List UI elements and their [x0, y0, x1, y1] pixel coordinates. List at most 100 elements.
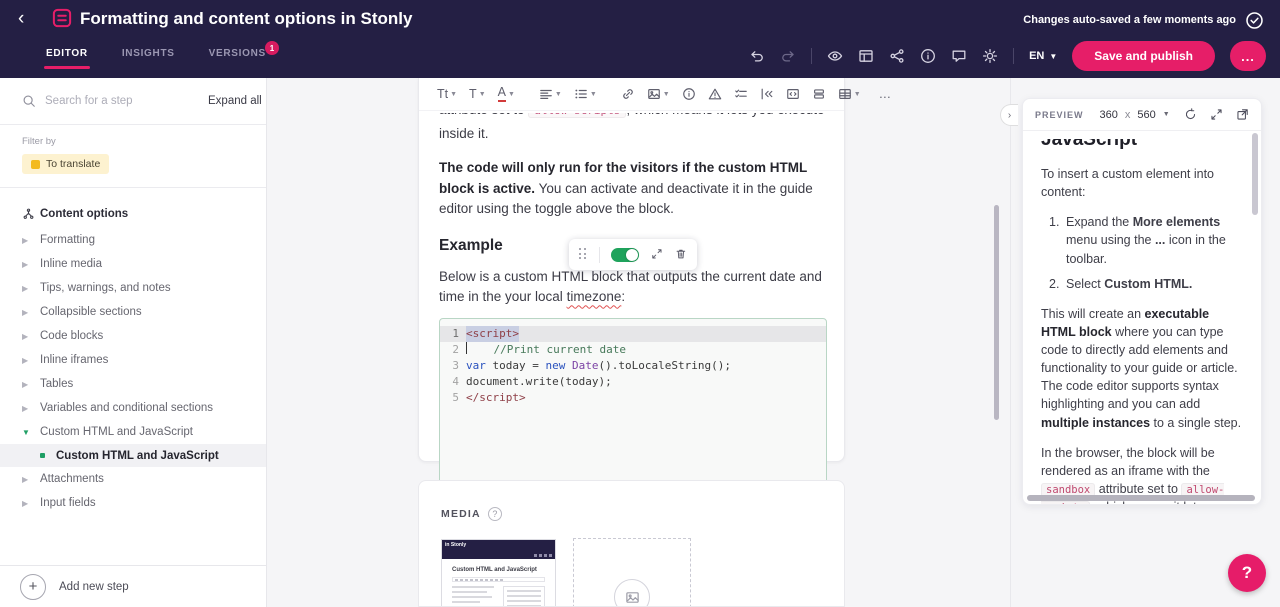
tree-item-input-fields[interactable]: ▶Input fields [0, 491, 266, 515]
chevron-right-icon: ▶ [22, 499, 40, 508]
redo-icon[interactable] [780, 48, 796, 64]
search-input[interactable] [45, 95, 199, 107]
tree-item-variables-conditional[interactable]: ▶Variables and conditional sections [0, 396, 266, 420]
code-line: 5</script> [440, 390, 826, 406]
tree-item-custom-html-parent[interactable]: ▼Custom HTML and JavaScript [0, 420, 266, 444]
media-upload-placeholder[interactable] [573, 538, 691, 607]
preview-vertical-scrollbar[interactable] [1252, 133, 1258, 215]
text-format-button[interactable]: T▼ [469, 87, 486, 101]
code-block-button[interactable] [786, 87, 800, 101]
chevron-down-icon: ▼ [1049, 52, 1057, 61]
yellow-square-icon [31, 160, 40, 169]
step-tree: Content options ▶Formatting ▶Inline medi… [0, 188, 266, 515]
guide-doc-icon [52, 8, 72, 28]
chat-icon[interactable] [951, 48, 967, 64]
step-editor-card: Tt▼ T▼ A▼ ▼ ▼ ▼ ▼ … attribute set to all… [418, 78, 845, 462]
preview-eye-icon[interactable] [827, 48, 843, 64]
tree-item-inline-media[interactable]: ▶Inline media [0, 252, 266, 276]
chevron-right-icon: ▶ [22, 380, 40, 389]
expand-all-link[interactable]: Expand all [208, 95, 262, 107]
chevron-right-icon: ▶ [22, 404, 40, 413]
green-bullet-icon [40, 453, 45, 458]
text-style-button[interactable]: Tt▼ [437, 87, 457, 101]
text-color-button[interactable]: A▼ [498, 86, 515, 102]
language-selector[interactable]: EN▼ [1029, 50, 1057, 62]
media-label: MEDIA [441, 508, 481, 520]
help-button[interactable]: ? [1228, 554, 1266, 592]
undo-icon[interactable] [749, 48, 765, 64]
share-icon[interactable] [889, 48, 905, 64]
tree-item-formatting[interactable]: ▶Formatting [0, 228, 266, 252]
align-button[interactable]: ▼ [539, 87, 562, 101]
code-line: 4document.write(today); [440, 374, 826, 390]
tree-item-content-options[interactable]: Content options [0, 200, 266, 228]
tree-branch-icon [22, 208, 40, 221]
tree-item-code-blocks[interactable]: ▶Code blocks [0, 324, 266, 348]
media-thumbnail[interactable]: in Stonly Custom HTML and JavaScript [441, 539, 556, 607]
chevron-right-icon: ▶ [22, 236, 40, 245]
settings-gear-icon[interactable] [982, 48, 998, 64]
tab-editor[interactable]: EDITOR [46, 48, 88, 69]
drag-handle-icon[interactable] [579, 248, 587, 261]
tree-item-collapsible-sections[interactable]: ▶Collapsible sections [0, 300, 266, 324]
layout-icon[interactable] [858, 48, 874, 64]
media-help-icon[interactable]: ? [488, 507, 502, 521]
chevron-down-icon: ▼ [1163, 111, 1170, 118]
expand-block-icon[interactable] [651, 248, 663, 262]
save-and-publish-button[interactable]: Save and publish [1072, 41, 1215, 71]
tree-item-attachments[interactable]: ▶Attachments [0, 467, 266, 491]
more-elements-button[interactable]: … [879, 87, 892, 101]
paragraph: The code will only run for the visitors … [439, 158, 824, 219]
divider [1013, 48, 1014, 64]
note-info-button[interactable] [682, 87, 696, 101]
steps-sidebar: Expand all Filter by To translate Conten… [0, 78, 267, 607]
expand-preview-icon[interactable] [1210, 108, 1223, 121]
code-line: 1<script> [440, 326, 826, 342]
chevron-down-icon: ▼ [22, 428, 40, 437]
filter-by-label: Filter by [22, 136, 244, 147]
publish-more-button[interactable]: ... [1230, 41, 1266, 71]
tree-item-custom-html-child-selected[interactable]: Custom HTML and JavaScript [0, 444, 266, 467]
block-active-toggle[interactable] [611, 248, 639, 262]
chevron-right-icon: ▶ [22, 260, 40, 269]
preview-ordered-list: 1.Expand the More elements menu using th… [1041, 213, 1243, 293]
tree-item-inline-iframes[interactable]: ▶Inline iframes [0, 348, 266, 372]
search-icon [22, 94, 36, 108]
divider [811, 48, 812, 64]
custom-html-code-block[interactable]: 1<script> 2 //Print current date 3var to… [439, 318, 827, 485]
paragraph: inside it. [439, 124, 824, 144]
open-in-new-icon[interactable] [1236, 108, 1249, 121]
tree-item-tips-warnings-notes[interactable]: ▶Tips, warnings, and notes [0, 276, 266, 300]
blockquote-button[interactable] [760, 87, 774, 101]
chevron-right-icon: ▶ [22, 308, 40, 317]
versions-badge: 1 [265, 41, 279, 55]
main-vertical-scrollbar[interactable] [994, 205, 999, 420]
preview-paragraph: To insert a custom element into content: [1041, 165, 1243, 201]
list-button[interactable]: ▼ [574, 87, 597, 101]
preview-size-selector[interactable]: 360x560▼ [1100, 109, 1170, 121]
top-header: ‹ Formatting and content options in Ston… [0, 0, 1280, 78]
editor-content[interactable]: attribute set to allow-scripts, which me… [419, 111, 844, 485]
checklist-button[interactable] [734, 87, 748, 101]
to-translate-filter-chip[interactable]: To translate [22, 154, 109, 174]
preview-clipped-heading: JavaScript [1041, 139, 1243, 153]
preview-horizontal-scrollbar[interactable] [1027, 495, 1255, 501]
warning-button[interactable] [708, 87, 722, 101]
info-icon[interactable] [920, 48, 936, 64]
sections-button[interactable] [812, 87, 826, 101]
back-chevron-icon[interactable]: ‹ [18, 8, 24, 30]
code-line: 3var today = new Date().toLocaleString()… [440, 358, 826, 374]
link-button[interactable] [621, 87, 635, 101]
tree-item-tables[interactable]: ▶Tables [0, 372, 266, 396]
delete-block-icon[interactable] [675, 248, 687, 262]
refresh-icon[interactable] [1184, 108, 1197, 121]
image-button[interactable]: ▼ [647, 87, 670, 101]
table-button[interactable]: ▼ [838, 87, 861, 101]
media-card: MEDIA ? in Stonly Custom HTML and JavaSc… [418, 480, 845, 607]
add-new-step-button[interactable]: + Add new step [0, 565, 266, 607]
filter-section: Filter by To translate [0, 125, 266, 188]
tab-versions[interactable]: VERSIONS1 [209, 48, 266, 69]
collapse-preview-button[interactable]: › [1000, 104, 1018, 126]
tab-insights[interactable]: INSIGHTS [122, 48, 175, 69]
chevron-right-icon: ▶ [22, 475, 40, 484]
